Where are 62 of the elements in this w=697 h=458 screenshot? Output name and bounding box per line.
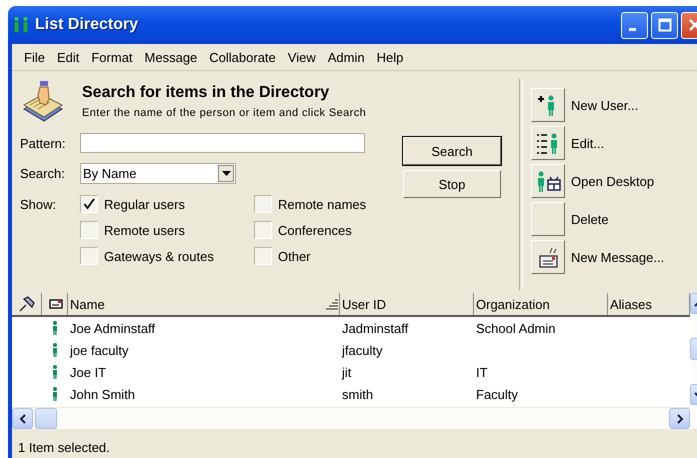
status-text: 1 Item selected. — [18, 440, 110, 455]
filter-checkbox[interactable]: Other — [254, 243, 414, 269]
column-header[interactable]: Name — [68, 293, 340, 315]
action-label: New Message... — [571, 250, 664, 264]
person-icon — [52, 387, 58, 401]
table-cell: IT — [476, 364, 488, 380]
panel-instructions: Enter the name of the person or item and click Search — [82, 107, 366, 119]
pattern-label: Pattern: — [20, 136, 67, 150]
person-icon — [52, 343, 58, 357]
table-cell: Faculty — [476, 386, 518, 402]
table-cell-text: John Smith — [69, 386, 136, 402]
maximize-icon — [658, 18, 672, 32]
filter-checkbox[interactable]: Remote users — [80, 217, 254, 243]
menu-item[interactable]: Message — [138, 50, 204, 64]
pattern-field[interactable] — [80, 133, 365, 153]
pushpin-icon — [18, 295, 38, 313]
scrollbar-thumb[interactable] — [35, 408, 57, 429]
table-cell-text: Jadminstaff — [341, 320, 410, 336]
table-cell: School Admin — [476, 320, 556, 336]
minimize-icon — [629, 28, 636, 30]
table-cell-text: jfaculty — [340, 342, 384, 358]
action-button[interactable] — [531, 164, 565, 198]
table-cell-text: joe faculty — [68, 342, 130, 358]
dropdown-arrow-icon — [222, 170, 230, 176]
panel-button[interactable]: Search — [403, 137, 501, 165]
horizontal-scrollbar[interactable] — [12, 407, 690, 429]
action-button[interactable] — [531, 240, 565, 274]
search-by-dropdown[interactable]: By Name — [80, 163, 236, 184]
table-cell-text: smith — [341, 386, 374, 402]
action-label: New User... — [571, 98, 638, 112]
filter-checkbox[interactable]: Gateways & routes — [80, 243, 254, 269]
sort-icon — [325, 298, 339, 310]
message-icon — [48, 299, 62, 309]
filter-checkbox[interactable]: Conferences — [254, 217, 414, 243]
menu-item[interactable]: Collaborate — [203, 50, 282, 64]
panel-button[interactable]: Stop — [403, 170, 501, 198]
minimize-button[interactable] — [621, 12, 648, 38]
column-header[interactable]: User ID — [340, 293, 474, 315]
search-label: Search: — [20, 166, 66, 181]
window-title: List Directory — [35, 16, 138, 34]
action-label: Open Desktop — [571, 174, 654, 188]
action-button[interactable] — [531, 126, 565, 160]
menu-item[interactable]: File — [18, 50, 51, 64]
table-cell-text: Joe IT — [69, 364, 108, 380]
maximize-button[interactable] — [651, 12, 678, 38]
action-label: Edit... — [571, 136, 604, 150]
filter-checkbox[interactable]: Regular users — [80, 191, 254, 217]
person-icon — [52, 321, 58, 335]
table-cell-text: jit — [340, 364, 352, 380]
column-header[interactable]: Organization — [474, 293, 608, 315]
action-label: Delete — [571, 212, 609, 226]
checkmark-icon — [83, 198, 95, 210]
table-cell-text: Joe Adminstaff — [69, 320, 156, 336]
menu-item[interactable]: Admin — [322, 50, 371, 64]
menu-item[interactable]: Help — [370, 50, 410, 64]
menu-item[interactable]: Format — [85, 50, 139, 64]
menu-item[interactable]: View — [282, 50, 322, 64]
person-icon — [52, 365, 58, 379]
people-icon — [12, 16, 30, 34]
menu-item[interactable]: Edit — [50, 50, 86, 64]
show-label: Show: — [20, 196, 58, 212]
panel-heading: Search for items in the Directory — [82, 84, 330, 102]
